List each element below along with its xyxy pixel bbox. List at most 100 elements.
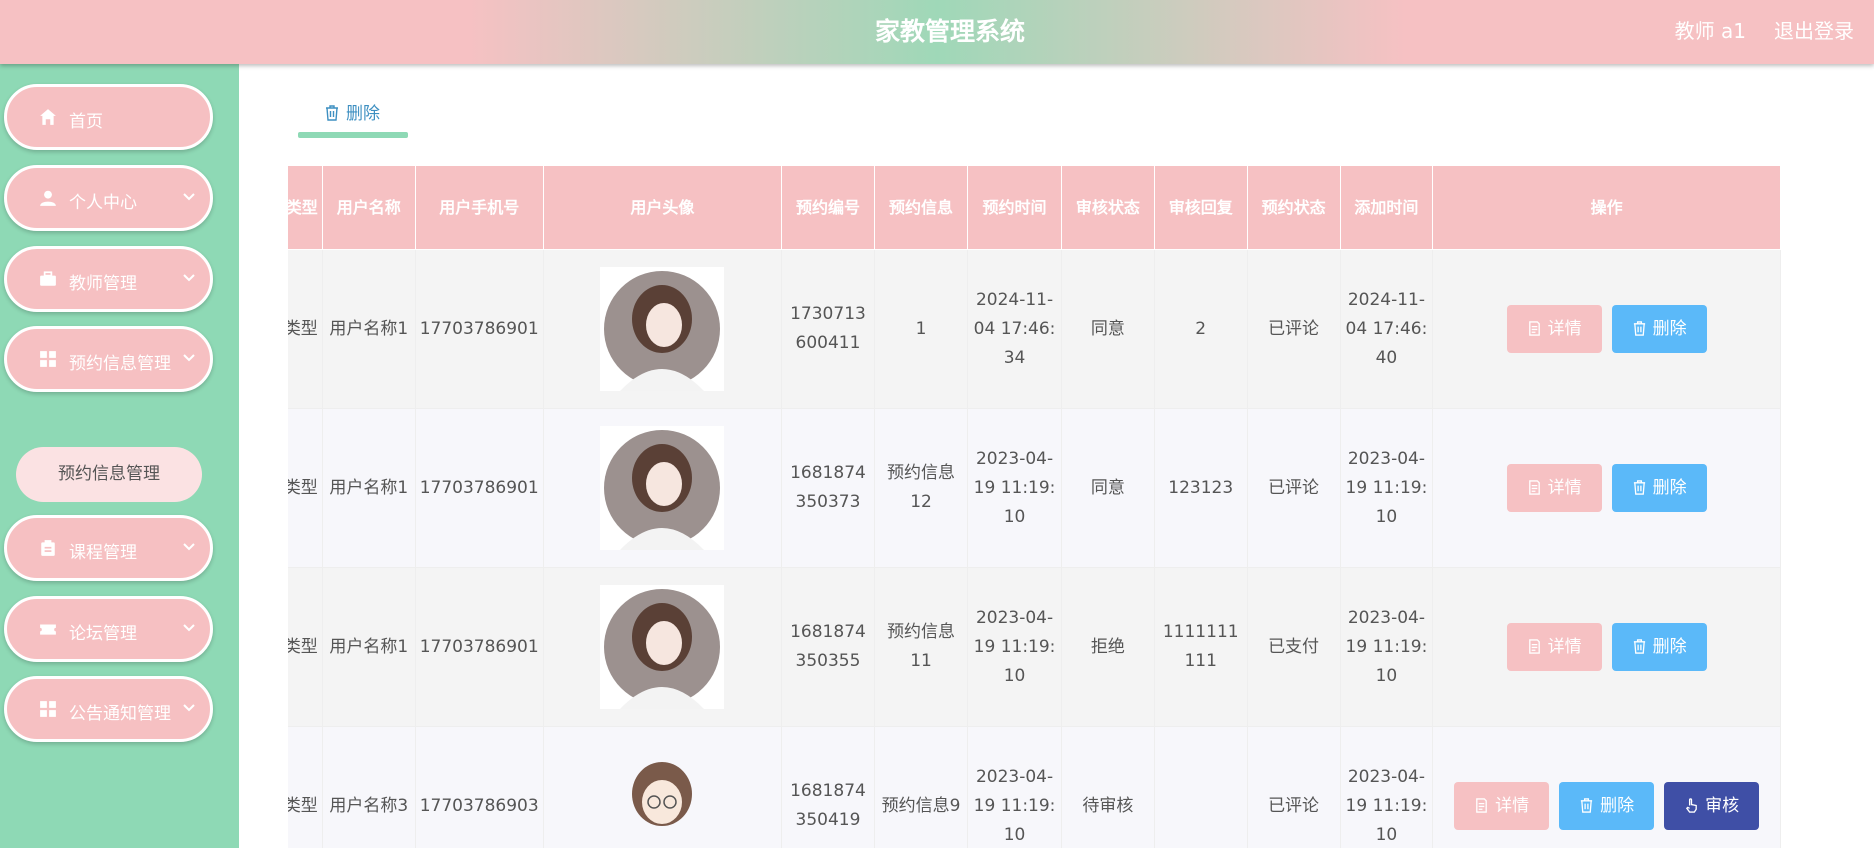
delete-tab-content: 删除	[324, 99, 380, 124]
briefcase-icon	[40, 271, 56, 286]
column-header: 添加时间	[1339, 165, 1434, 250]
cell-avatar	[542, 249, 783, 409]
active-tab-indicator	[298, 132, 408, 138]
cell-actions: 详情 删除	[1432, 249, 1781, 409]
trash-icon	[1633, 639, 1645, 654]
cell-type: 类型	[288, 567, 323, 727]
clipboard-icon	[41, 540, 55, 556]
chevron-down-icon	[183, 354, 195, 362]
table-header-row: 类型 用户名称 用户手机号 用户头像 预约编号 预约信息 预约时间 审核状态 审…	[288, 165, 1781, 250]
column-header: 预约编号	[781, 165, 875, 250]
top-header: 家教管理系统 教师 a1 退出登录	[0, 0, 1874, 64]
sidebar-item-course-management[interactable]: 课程管理	[4, 515, 213, 581]
table-row: 类型 用户名称1 17703786901 1730713600411 1 202…	[288, 249, 1781, 409]
cell-review-reply: 2	[1153, 249, 1248, 409]
delete-button-label: 删除	[1652, 478, 1687, 498]
detail-button-label: 详情	[1547, 637, 1582, 657]
delete-button[interactable]: 删除	[1559, 782, 1655, 830]
chevron-down-icon	[183, 193, 195, 201]
cell-info: 预约信息12	[873, 408, 969, 568]
logout-link[interactable]: 退出登录	[1774, 15, 1854, 44]
sidebar-item-label: 预约信息管理	[69, 354, 171, 374]
table-row: 类型 用户名称1 17703786901 1681874350355 预约信息1…	[288, 567, 1781, 727]
delete-button-label: 删除	[1652, 637, 1687, 657]
cell-added-time: 2023-04-19 11:19:10	[1339, 726, 1434, 848]
cell-booking-status: 已评论	[1246, 408, 1341, 568]
column-header: 审核状态	[1060, 165, 1155, 250]
chevron-down-icon	[183, 274, 195, 282]
delete-button-label: 删除	[1600, 796, 1635, 816]
delete-tab-label: 删除	[346, 104, 380, 124]
table-row: 类型 用户名称3 17703786903 1681874350419 预约信息9…	[288, 726, 1781, 848]
sidebar-item-personal-center[interactable]: 个人中心	[4, 165, 213, 231]
cell-review-status: 同意	[1060, 408, 1155, 568]
detail-button[interactable]: 详情	[1506, 464, 1602, 512]
cell-added-time: 2023-04-19 11:19:10	[1339, 408, 1434, 568]
cell-user-name: 用户名称1	[321, 249, 416, 409]
cell-avatar	[542, 726, 783, 848]
sidebar: 首页 个人中心 教师管理 预约信息管理 预约信息管理 课程管理 论坛管理 公告通…	[0, 64, 239, 848]
cell-info: 预约信息11	[873, 567, 969, 727]
delete-button-label: 删除	[1652, 319, 1687, 339]
delete-tab[interactable]: 删除	[298, 84, 408, 138]
current-user: 教师 a1	[1674, 19, 1746, 43]
document-icon	[1528, 639, 1540, 654]
detail-button[interactable]: 详情	[1506, 305, 1602, 353]
sidebar-item-home[interactable]: 首页	[4, 84, 213, 150]
cell-added-time: 2023-04-19 11:19:10	[1339, 567, 1434, 727]
cell-phone: 17703786901	[414, 408, 544, 568]
cell-booking-no: 1681874350355	[781, 567, 875, 727]
cell-booking-time: 2024-11-04 17:46:34	[967, 249, 1062, 409]
trash-icon	[326, 105, 338, 121]
column-header: 用户名称	[321, 165, 416, 250]
cell-review-status: 拒绝	[1060, 567, 1155, 727]
sidebar-item-notice-management[interactable]: 公告通知管理	[4, 676, 213, 742]
cell-review-status: 待审核	[1060, 726, 1155, 848]
cell-booking-time: 2023-04-19 11:19:10	[967, 567, 1062, 727]
cell-review-status: 同意	[1060, 249, 1155, 409]
document-icon	[1528, 321, 1540, 336]
cell-booking-no: 1681874350419	[781, 726, 875, 848]
delete-button[interactable]: 删除	[1611, 623, 1707, 671]
delete-button[interactable]: 删除	[1611, 305, 1707, 353]
app-title: 家教管理系统	[874, 17, 1025, 46]
home-icon	[40, 109, 56, 125]
avatar	[600, 426, 725, 550]
detail-button[interactable]: 详情	[1454, 782, 1550, 830]
sidebar-item-label: 教师管理	[69, 274, 137, 294]
cell-review-reply: 123123	[1153, 408, 1248, 568]
avatar	[600, 585, 725, 709]
ticket-icon	[40, 624, 56, 635]
detail-button[interactable]: 详情	[1506, 623, 1602, 671]
sidebar-item-teacher-management[interactable]: 教师管理	[4, 246, 213, 312]
cell-info: 预约信息9	[873, 726, 969, 848]
hand-pointer-icon	[1686, 798, 1698, 813]
column-header: 审核回复	[1153, 165, 1248, 250]
cell-actions: 详情 删除 审核	[1432, 726, 1781, 848]
cell-booking-time: 2023-04-19 11:19:10	[967, 408, 1062, 568]
sidebar-item-label: 论坛管理	[69, 624, 137, 644]
cell-user-name: 用户名称1	[321, 567, 416, 727]
document-icon	[1476, 798, 1488, 813]
chevron-down-icon	[183, 624, 195, 632]
cell-booking-no: 1730713600411	[781, 249, 875, 409]
sidebar-item-booking-management[interactable]: 预约信息管理	[4, 326, 213, 392]
detail-button-label: 详情	[1547, 319, 1582, 339]
cell-review-reply: 1111111111	[1153, 567, 1248, 727]
avatar	[600, 267, 725, 391]
cell-type: 类型	[288, 726, 323, 848]
column-header: 操作	[1432, 165, 1781, 250]
cell-booking-no: 1681874350373	[781, 408, 875, 568]
delete-button[interactable]: 删除	[1611, 464, 1707, 512]
column-header: 类型	[288, 165, 323, 250]
submenu-item-booking-management[interactable]: 预约信息管理	[16, 447, 202, 502]
sidebar-item-label: 课程管理	[69, 543, 137, 563]
booking-table-container[interactable]: 类型 用户名称 用户手机号 用户头像 预约编号 预约信息 预约时间 审核状态 审…	[288, 165, 1841, 848]
grid-icon	[40, 351, 56, 367]
sidebar-item-forum-management[interactable]: 论坛管理	[4, 596, 213, 662]
cell-review-reply	[1153, 726, 1248, 848]
table-row: 类型 用户名称1 17703786901 1681874350373 预约信息1…	[288, 408, 1781, 568]
review-button[interactable]: 审核	[1664, 782, 1760, 830]
trash-icon	[1633, 480, 1645, 495]
cell-booking-status: 已评论	[1246, 249, 1341, 409]
